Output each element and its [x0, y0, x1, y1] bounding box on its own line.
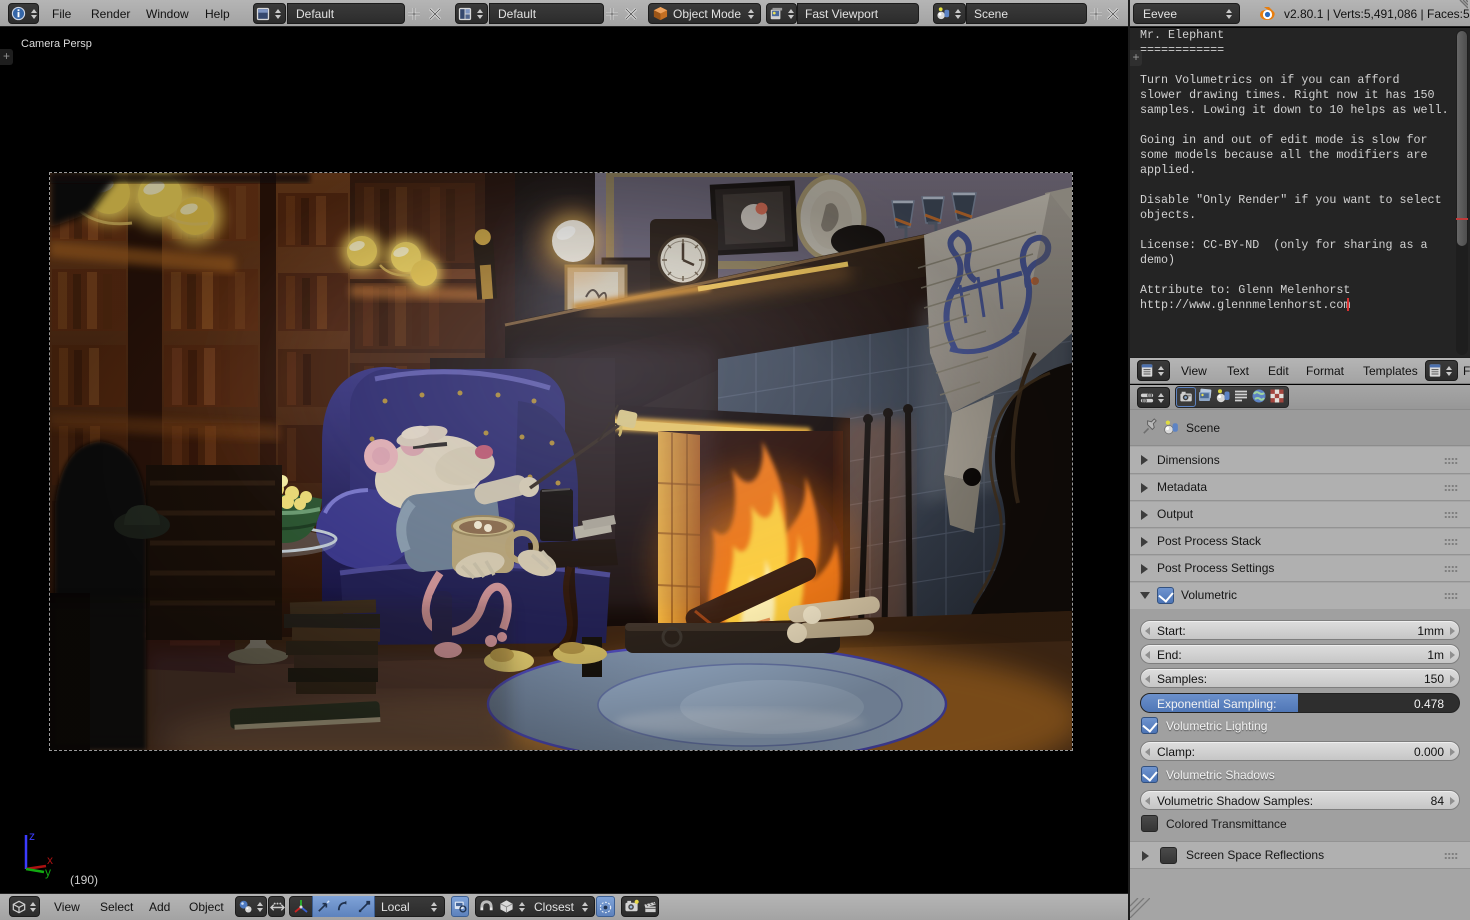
svg-text:y: y [45, 865, 51, 879]
svg-text:z: z [29, 829, 35, 843]
